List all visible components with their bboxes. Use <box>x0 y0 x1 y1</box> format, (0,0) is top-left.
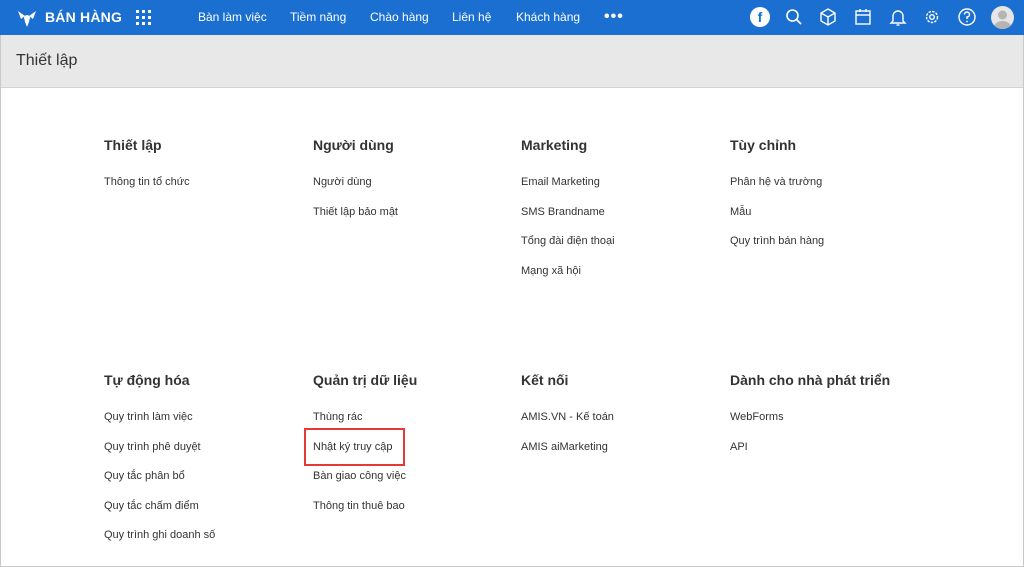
cube-icon[interactable] <box>818 7 838 27</box>
link-api[interactable]: API <box>730 441 748 453</box>
link-sms-brandname[interactable]: SMS Brandname <box>521 206 605 218</box>
section-tu-dong-hoa: Tự động hóa Quy trình làm việc Quy trình… <box>104 372 304 558</box>
facebook-icon[interactable]: f <box>750 7 770 27</box>
calendar-icon[interactable] <box>853 7 873 27</box>
page-header: Thiết lập <box>1 35 1023 88</box>
link-thung-rac[interactable]: Thùng rác <box>313 411 363 423</box>
section-marketing: Marketing Email Marketing SMS Brandname … <box>521 137 721 293</box>
link-tong-dai-dien-thoai[interactable]: Tổng đài điện thoại <box>521 235 615 247</box>
section-nguoi-dung: Người dùng Người dùng Thiết lập bảo mật <box>313 137 513 234</box>
link-mau[interactable]: Mẫu <box>730 206 751 218</box>
link-quy-trinh-ghi-doanh-so[interactable]: Quy trình ghi doanh số <box>104 529 215 541</box>
nav-chao-hang[interactable]: Chào hàng <box>370 10 429 24</box>
section-thiet-lap: Thiết lập Thông tin tổ chức <box>104 137 304 205</box>
link-quy-tac-cham-diem[interactable]: Quy tắc chấm điểm <box>104 500 199 512</box>
link-webforms[interactable]: WebForms <box>730 411 784 423</box>
section-ket-noi: Kết nối AMIS.VN - Kế toán AMIS aiMarketi… <box>521 372 721 469</box>
brand-name[interactable]: BÁN HÀNG <box>45 9 122 25</box>
search-icon[interactable] <box>784 7 804 27</box>
link-amis-aimarketing[interactable]: AMIS aiMarketing <box>521 441 608 453</box>
nav-khach-hang[interactable]: Khách hàng <box>516 10 580 24</box>
section-title: Người dùng <box>313 137 394 153</box>
top-navigation-bar: BÁN HÀNG Bàn làm việc Tiềm năng Chào hàn… <box>0 0 1024 35</box>
nav-lien-he[interactable]: Liên hệ <box>452 10 491 24</box>
link-mang-xa-hoi[interactable]: Mạng xã hội <box>521 265 581 277</box>
link-thiet-lap-bao-mat[interactable]: Thiết lập bảo mật <box>313 206 398 218</box>
link-email-marketing[interactable]: Email Marketing <box>521 176 600 188</box>
page-title: Thiết lập <box>16 52 78 69</box>
app-grid-icon[interactable] <box>136 10 151 25</box>
section-title: Tự động hóa <box>104 372 190 388</box>
help-icon[interactable] <box>957 7 977 27</box>
nav-tiem-nang[interactable]: Tiềm năng <box>290 10 346 24</box>
link-thong-tin-thue-bao[interactable]: Thông tin thuê bao <box>313 500 405 512</box>
avatar[interactable] <box>991 6 1014 29</box>
nav-ban-lam-viec[interactable]: Bàn làm việc <box>198 10 267 24</box>
section-title: Thiết lập <box>104 137 162 153</box>
bell-icon[interactable] <box>888 7 908 27</box>
link-quy-trinh-ban-hang[interactable]: Quy trình bán hàng <box>730 235 824 247</box>
link-quy-trinh-phe-duyet[interactable]: Quy trình phê duyệt <box>104 441 201 453</box>
link-phan-he-va-truong[interactable]: Phân hệ và trường <box>730 176 822 188</box>
section-tuy-chinh: Tùy chỉnh Phân hệ và trường Mẫu Quy trìn… <box>730 137 930 264</box>
highlight-box <box>304 428 405 466</box>
section-title: Quản trị dữ liệu <box>313 372 418 388</box>
link-quy-trinh-lam-viec[interactable]: Quy trình làm việc <box>104 411 193 423</box>
link-nguoi-dung[interactable]: Người dùng <box>313 176 372 188</box>
section-title: Kết nối <box>521 372 569 388</box>
brand-logo-icon[interactable] <box>16 7 38 29</box>
link-ban-giao-cong-viec[interactable]: Bàn giao công việc <box>313 470 406 482</box>
section-danh-cho-nha-phat-trien: Dành cho nhà phát triển WebForms API <box>730 372 930 469</box>
section-title: Tùy chỉnh <box>730 137 797 153</box>
more-menu-icon[interactable]: ••• <box>604 8 624 26</box>
link-amis-vn-ke-toan[interactable]: AMIS.VN - Kế toán <box>521 411 614 423</box>
section-title: Dành cho nhà phát triển <box>730 372 891 388</box>
link-thong-tin-to-chuc[interactable]: Thông tin tổ chức <box>104 176 190 188</box>
section-title: Marketing <box>521 137 588 153</box>
link-quy-tac-phan-bo[interactable]: Quy tắc phân bổ <box>104 470 185 482</box>
gear-icon[interactable] <box>922 7 942 27</box>
